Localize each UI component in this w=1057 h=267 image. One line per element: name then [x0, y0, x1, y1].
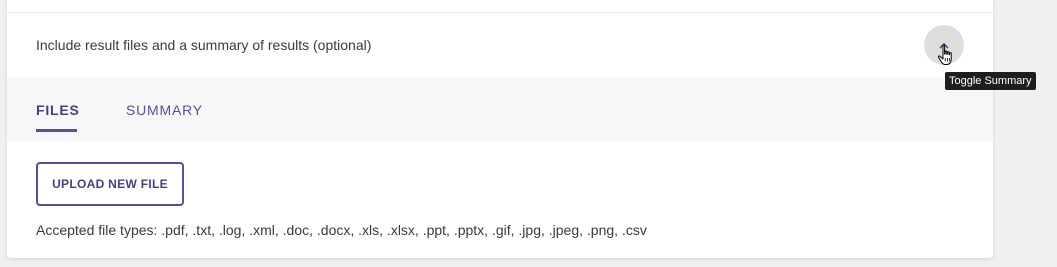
- upload-new-file-button[interactable]: UPLOAD NEW FILE: [36, 162, 184, 206]
- results-panel: Include result files and a summary of re…: [7, 0, 993, 258]
- toggle-summary-tooltip: Toggle Summary: [945, 72, 1036, 90]
- tabs-bar: FILES SUMMARY: [7, 77, 993, 141]
- panel-header-text: Include result files and a summary of re…: [36, 37, 372, 53]
- active-tab-indicator: [36, 129, 77, 132]
- panel-header: Include result files and a summary of re…: [7, 13, 993, 77]
- tab-files[interactable]: FILES: [36, 102, 80, 118]
- hand-cursor-icon: [936, 44, 958, 68]
- accepted-file-types-text: Accepted file types: .pdf, .txt, .log, .…: [36, 222, 647, 238]
- tab-summary[interactable]: SUMMARY: [126, 102, 203, 118]
